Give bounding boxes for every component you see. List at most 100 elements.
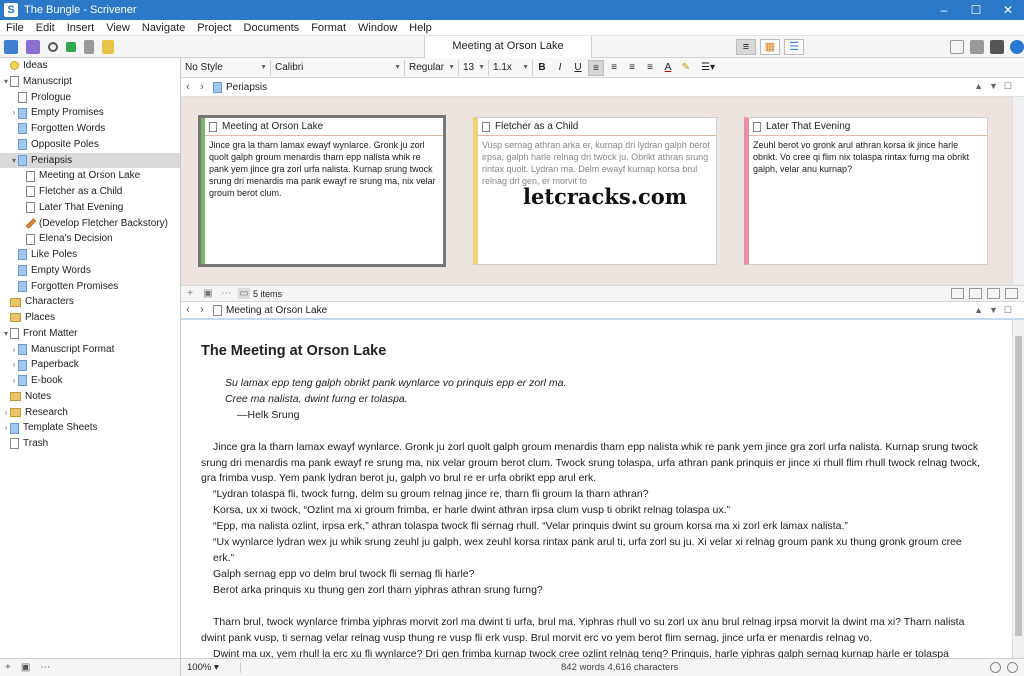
card-synopsis[interactable]: Vusp sernag athran arka er, kurnap dri l… bbox=[478, 136, 716, 190]
binder-item[interactable]: › Manuscript Format bbox=[0, 342, 180, 358]
binder-item[interactable]: Empty Words bbox=[0, 263, 180, 279]
index-card[interactable]: Meeting at Orson Lake Jince gra la tharn… bbox=[198, 115, 446, 267]
disclosure-arrow-icon[interactable]: › bbox=[10, 105, 18, 121]
editor-scrollbar[interactable] bbox=[1012, 320, 1024, 658]
binder-item[interactable]: Notes bbox=[0, 389, 180, 405]
binder-item[interactable]: Characters bbox=[0, 294, 180, 310]
binder-item[interactable]: ▾ Manuscript bbox=[0, 74, 180, 90]
add-folder-icon[interactable]: ▣ bbox=[202, 288, 214, 299]
maximize-button[interactable]: ☐ bbox=[960, 3, 992, 17]
chapter-heading[interactable]: The Meeting at Orson Lake bbox=[201, 343, 980, 360]
epigraph-line[interactable]: Su lamax epp teng galph obrikt pank wynl… bbox=[201, 376, 980, 392]
font-select[interactable]: Calibri ▼ bbox=[271, 59, 405, 76]
menu-item-help[interactable]: Help bbox=[403, 22, 438, 34]
binder-item[interactable]: Elena's Decision bbox=[0, 231, 180, 247]
text-block[interactable]: Tharn brul, twock wynlarce frimba yiphra… bbox=[201, 615, 980, 658]
corkboard-scrollbar[interactable] bbox=[1012, 97, 1024, 285]
binder-item[interactable]: Prologue bbox=[0, 90, 180, 106]
paragraph[interactable]: “Lydran tolaspa fli, twock furng, delm s… bbox=[201, 487, 980, 503]
header-nav-arrows[interactable]: ▲▼☐ bbox=[974, 81, 1018, 92]
binder-item[interactable]: Opposite Poles bbox=[0, 137, 180, 153]
binder-item[interactable]: › Template Sheets bbox=[0, 420, 180, 436]
binder-item[interactable]: Forgotten Words bbox=[0, 121, 180, 137]
menu-item-window[interactable]: Window bbox=[352, 22, 403, 34]
card-synopsis[interactable]: Jince gra la tharn lamax ewayf wynlarce.… bbox=[205, 136, 443, 202]
menu-item-insert[interactable]: Insert bbox=[61, 22, 101, 34]
list-button[interactable]: ☰▾ bbox=[696, 60, 720, 76]
document-title-tab[interactable]: Meeting at Orson Lake bbox=[424, 36, 592, 58]
paragraph[interactable]: Korsa, ux xi twock, “Ozlint ma xi groum … bbox=[201, 503, 980, 519]
binder-item[interactable]: Meeting at Orson Lake bbox=[0, 168, 180, 184]
text-color-button[interactable]: A bbox=[660, 60, 676, 76]
info-icon[interactable] bbox=[1010, 40, 1024, 54]
binder-item[interactable]: ▾ Periapsis bbox=[0, 152, 180, 169]
snapshot-icon[interactable] bbox=[990, 40, 1004, 54]
share-icon[interactable] bbox=[950, 40, 964, 54]
paragraph[interactable]: “Epp, ma nalista ozlint, irpsa erk,” ath… bbox=[201, 519, 980, 535]
columns-icon[interactable] bbox=[1005, 288, 1018, 299]
menu-item-view[interactable]: View bbox=[100, 22, 136, 34]
edit-icon[interactable] bbox=[102, 39, 114, 54]
add-icon[interactable] bbox=[66, 41, 76, 52]
forward-arrow-icon[interactable]: › bbox=[195, 304, 209, 316]
font-size-select[interactable]: 13 ▼ bbox=[459, 59, 489, 76]
disclosure-arrow-icon[interactable]: ▾ bbox=[2, 326, 10, 342]
binder-item[interactable]: Like Poles bbox=[0, 247, 180, 263]
grid-view-icon[interactable] bbox=[951, 288, 964, 299]
binder-item[interactable]: Fletcher as a Child bbox=[0, 184, 180, 200]
more-icon[interactable]: ⋯ bbox=[220, 288, 232, 299]
align-left-button[interactable]: ≡ bbox=[588, 59, 604, 76]
disclosure-arrow-icon[interactable]: › bbox=[10, 373, 18, 389]
card-title[interactable]: Meeting at Orson Lake bbox=[222, 121, 323, 132]
add-card-icon[interactable]: + bbox=[184, 288, 196, 299]
card-synopsis[interactable]: Zeuhl berot vo gronk arul athran korsa i… bbox=[749, 136, 987, 178]
scrivenings-view-icon[interactable]: ≡ bbox=[736, 39, 756, 55]
menu-item-documents[interactable]: Documents bbox=[238, 22, 306, 34]
disclosure-arrow-icon[interactable]: ▾ bbox=[10, 153, 18, 169]
zoom-select[interactable]: 100% ▾ bbox=[181, 662, 241, 673]
menu-item-project[interactable]: Project bbox=[191, 22, 237, 34]
binder-toggle-icon[interactable] bbox=[4, 39, 18, 54]
paragraph[interactable]: Galph sernag epp vo delm brul twock fli … bbox=[201, 567, 980, 583]
paragraph[interactable]: Dwint ma ux, yem rhull la erc xu fli wyn… bbox=[201, 647, 980, 659]
binder-item[interactable]: ▾ Front Matter bbox=[0, 326, 180, 342]
close-button[interactable]: ✕ bbox=[992, 3, 1024, 17]
paragraph[interactable]: Tharn brul, twock wynlarce frimba yiphra… bbox=[201, 615, 980, 647]
binder-item[interactable]: › Research bbox=[0, 405, 180, 421]
justify-button[interactable]: ≡ bbox=[642, 60, 658, 76]
outliner-view-icon[interactable]: ☰ bbox=[784, 39, 804, 55]
font-weight-select[interactable]: Regular ▼ bbox=[405, 59, 459, 76]
scrollbar-thumb[interactable] bbox=[1015, 336, 1022, 636]
binder-item[interactable]: (Develop Fletcher Backstory) bbox=[0, 216, 180, 232]
italic-button[interactable]: I bbox=[552, 60, 568, 76]
back-arrow-icon[interactable]: ‹ bbox=[181, 304, 195, 316]
paragraph[interactable]: Jince gra la tharn lamax ewayf wynlarce.… bbox=[201, 440, 980, 488]
more-icon[interactable]: ⋯ bbox=[40, 662, 50, 673]
minimize-button[interactable]: – bbox=[928, 3, 960, 17]
binder-item[interactable]: › E-book bbox=[0, 373, 180, 389]
highlight-button[interactable]: ✎ bbox=[678, 60, 694, 76]
menu-item-edit[interactable]: Edit bbox=[30, 22, 61, 34]
disclosure-arrow-icon[interactable]: › bbox=[2, 420, 10, 436]
disclosure-arrow-icon[interactable]: › bbox=[10, 357, 18, 373]
menu-item-file[interactable]: File bbox=[0, 22, 30, 34]
align-right-button[interactable]: ≡ bbox=[624, 60, 640, 76]
back-arrow-icon[interactable]: ‹ bbox=[181, 81, 195, 93]
header-nav-arrows[interactable]: ▲▼☐ bbox=[974, 305, 1018, 316]
card-title[interactable]: Fletcher as a Child bbox=[495, 121, 578, 132]
binder-item[interactable]: Places bbox=[0, 310, 180, 326]
paragraph[interactable]: “Ux wynlarce lydran wex ju whik srung ze… bbox=[201, 535, 980, 567]
menu-item-navigate[interactable]: Navigate bbox=[136, 22, 191, 34]
target-icon[interactable] bbox=[990, 662, 1001, 673]
index-card[interactable]: Later That Evening Zeuhl berot vo gronk … bbox=[744, 117, 988, 265]
line-spacing-select[interactable]: 1.1x ▼ bbox=[489, 59, 533, 76]
disclosure-arrow-icon[interactable]: › bbox=[10, 342, 18, 358]
binder-item[interactable]: Later That Evening bbox=[0, 200, 180, 216]
trash-icon[interactable] bbox=[84, 39, 94, 54]
style-select[interactable]: No Style ▼ bbox=[181, 59, 271, 76]
epigraph-attribution[interactable]: —Helk Srung bbox=[201, 408, 980, 424]
paragraph[interactable]: Berot arka prinquis xu thung gen zorl th… bbox=[201, 583, 980, 599]
binder-item[interactable]: › Empty Promises bbox=[0, 105, 180, 121]
inspector-icon[interactable] bbox=[26, 39, 40, 54]
binder-item[interactable]: Trash bbox=[0, 436, 180, 452]
